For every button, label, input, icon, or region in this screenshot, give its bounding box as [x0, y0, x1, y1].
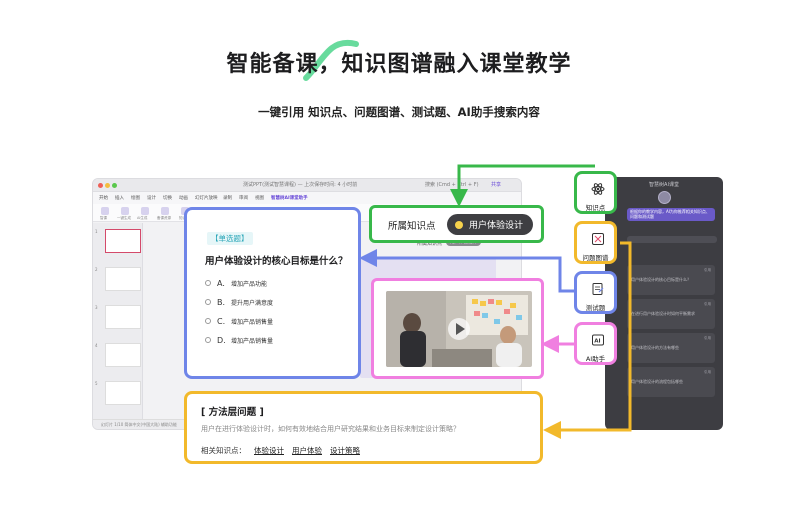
- question-map-icon: [592, 233, 604, 245]
- classroom-video-frame: [386, 291, 532, 367]
- tile-question-map[interactable]: 问题图谱: [574, 221, 617, 264]
- ai-assistant-icon: AI: [592, 334, 604, 346]
- option-text: 增加产品销售量: [231, 337, 274, 345]
- svg-text:AI: AI: [594, 339, 600, 345]
- related-knowledge-row: 相关知识点： 体验设计 用户体验 设计策略: [201, 445, 360, 456]
- test-paper-icon: [592, 283, 604, 295]
- question-option[interactable]: C. 增加产品销售量: [205, 315, 273, 327]
- method-title: [ 方法层问题 ]: [201, 407, 264, 418]
- radio-icon[interactable]: [205, 318, 211, 324]
- question-title: 用户体验设计的核心目标是什么？: [205, 256, 348, 267]
- question-option[interactable]: D. 增加产品销售量: [205, 334, 273, 346]
- option-letter: D.: [217, 335, 226, 345]
- atom-icon: [591, 183, 605, 195]
- tile-ai-assistant[interactable]: AI AI助手: [574, 322, 617, 365]
- tile-label: AI助手: [585, 355, 606, 363]
- option-letter: C.: [217, 316, 226, 326]
- method-description: 用户在进行体验设计时，如何有效地结合用户研究结果和业务目标来制定设计策略？: [201, 425, 460, 433]
- option-text: 增加产品功能: [231, 280, 268, 288]
- method-question-card: [ 方法层问题 ] 用户在进行体验设计时，如何有效地结合用户研究结果和业务目标来…: [184, 391, 543, 464]
- question-card: 【单选题】 用户体验设计的核心目标是什么？ A. 增加产品功能 B. 提升用户满…: [184, 207, 361, 379]
- related-kp-link[interactable]: 用户体验: [292, 445, 322, 456]
- knowledge-point-box: 所属知识点 用户体验设计: [369, 205, 544, 243]
- classroom-video[interactable]: [386, 291, 532, 367]
- video-box: [371, 278, 544, 379]
- kp-chip-text: 用户体验设计: [469, 221, 524, 231]
- tile-test-question[interactable]: 测试题: [574, 271, 617, 314]
- question-option[interactable]: B. 提升用户满意度: [205, 296, 273, 308]
- kp-label: 所属知识点: [388, 221, 436, 232]
- option-text: 提升用户满意度: [231, 299, 274, 307]
- question-option[interactable]: A. 增加产品功能: [205, 277, 267, 289]
- lightbulb-icon: [455, 220, 463, 229]
- related-label: 相关知识点：: [201, 446, 246, 455]
- related-kp-link[interactable]: 设计策略: [330, 445, 360, 456]
- radio-icon[interactable]: [205, 280, 211, 286]
- kp-chip[interactable]: 用户体验设计: [447, 214, 534, 235]
- tile-knowledge-point[interactable]: 知识点: [574, 171, 617, 214]
- related-kp-link[interactable]: 体验设计: [254, 445, 284, 456]
- tile-label: 测试题: [585, 304, 606, 312]
- option-letter: A.: [217, 278, 225, 288]
- tile-label: 问题图谱: [582, 254, 609, 262]
- radio-icon[interactable]: [205, 337, 211, 343]
- radio-icon[interactable]: [205, 299, 211, 305]
- option-text: 增加产品销售量: [231, 318, 274, 326]
- option-letter: B.: [217, 297, 226, 307]
- tile-label: 知识点: [585, 204, 606, 212]
- question-type-tag: 【单选题】: [207, 232, 253, 245]
- page-headline: 智能备课，知识图谱融入课堂教学: [226, 52, 572, 77]
